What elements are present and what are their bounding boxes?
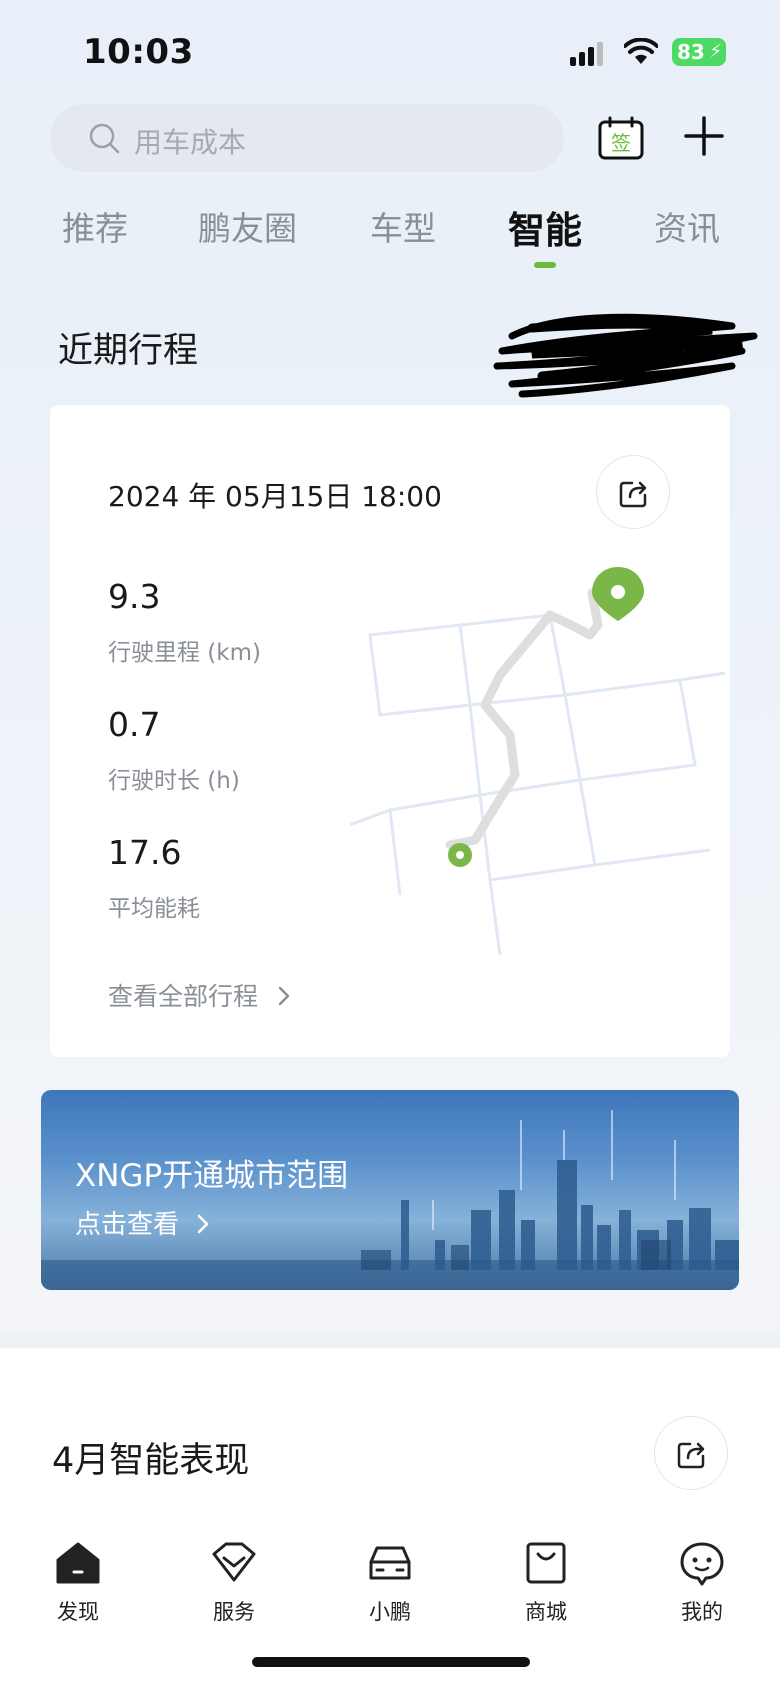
trip-card[interactable]: 2024 年 05月15日 18:00 9.3 行驶里程 (km) 0.7 行驶… — [50, 405, 730, 1057]
battery-indicator: 83 ⚡ — [672, 38, 726, 66]
distance-value: 9.3 — [108, 577, 161, 616]
nav-profile[interactable]: 我的 — [652, 1530, 752, 1626]
trip-date: 2024 年 05月15日 18:00 — [108, 480, 442, 513]
tab-bar: 推荐 鹏友圈 车型 智能 资讯 — [0, 200, 780, 270]
distance-label: 行驶里程 (km) — [108, 640, 261, 666]
share-monthly-button[interactable] — [654, 1416, 728, 1490]
battery-level: 83 — [677, 40, 705, 64]
charging-icon: ⚡ — [709, 41, 722, 62]
redaction-scribble — [493, 313, 758, 398]
trip-route-map — [350, 567, 726, 956]
share-trip-button[interactable] — [596, 455, 670, 529]
search-placeholder: 用车成本 — [134, 126, 247, 159]
home-indicator[interactable] — [252, 1657, 530, 1667]
section-divider — [0, 1330, 780, 1350]
profile-icon — [680, 1542, 724, 1586]
nav-label: 商城 — [525, 1600, 567, 1624]
view-all-trips-label: 查看全部行程 — [108, 982, 259, 1011]
chevron-right-icon — [278, 986, 290, 1006]
xngp-banner[interactable]: XNGP开通城市范围 点击查看 — [41, 1090, 739, 1290]
end-point-icon — [448, 843, 472, 867]
banner-title: XNGP开通城市范围 — [75, 1158, 349, 1194]
duration-label: 行驶时长 (h) — [108, 768, 240, 794]
share-icon — [619, 481, 647, 508]
tab-friends[interactable]: 鹏友圈 — [198, 202, 297, 250]
car-icon — [369, 1546, 411, 1580]
section-title: 近期行程 — [58, 331, 199, 371]
banner-link[interactable]: 点击查看 — [75, 1204, 211, 1241]
nav-shop[interactable]: 商城 — [496, 1530, 596, 1626]
banner-subtitle: 点击查看 — [75, 1210, 180, 1240]
search-icon — [89, 123, 120, 154]
calendar-label: 签 — [611, 131, 631, 155]
nav-label: 服务 — [213, 1600, 255, 1624]
status-bar: 10:03 83 ⚡ — [0, 0, 780, 96]
tab-smart[interactable]: 智能 — [508, 200, 582, 254]
nav-label: 小鹏 — [369, 1600, 411, 1624]
home-icon — [56, 1542, 100, 1584]
nav-label: 发现 — [57, 1600, 99, 1624]
nav-discover[interactable]: 发现 — [28, 1530, 128, 1626]
search-input[interactable]: 用车成本 — [50, 104, 564, 172]
shop-icon — [526, 1542, 566, 1584]
checkin-calendar-icon[interactable]: 签 — [598, 116, 644, 160]
wifi-icon — [624, 38, 658, 64]
nav-xpeng[interactable]: 小鹏 — [340, 1530, 440, 1626]
nav-label: 我的 — [681, 1600, 723, 1624]
tab-news[interactable]: 资讯 — [654, 202, 720, 250]
add-icon[interactable] — [682, 114, 726, 158]
energy-value: 17.6 — [108, 833, 182, 872]
share-icon — [677, 1442, 705, 1469]
tab-recommend[interactable]: 推荐 — [62, 202, 128, 250]
active-tab-indicator — [534, 262, 556, 268]
monthly-title: 4月智能表现 — [52, 1441, 250, 1481]
status-time: 10:03 — [83, 32, 194, 72]
energy-label: 平均能耗 — [108, 896, 200, 922]
signal-icon — [570, 42, 610, 66]
tab-models[interactable]: 车型 — [370, 202, 436, 250]
nav-service[interactable]: 服务 — [184, 1530, 284, 1626]
service-icon — [212, 1542, 256, 1582]
chevron-right-icon — [198, 1214, 209, 1234]
duration-value: 0.7 — [108, 705, 161, 744]
view-all-trips-link[interactable]: 查看全部行程 — [108, 977, 292, 1013]
